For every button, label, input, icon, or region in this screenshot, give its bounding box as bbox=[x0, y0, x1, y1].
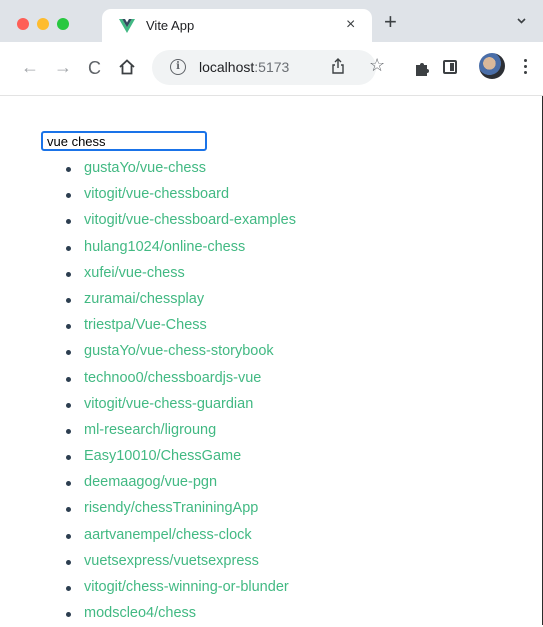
bullet-icon bbox=[66, 297, 71, 303]
result-link[interactable]: Easy10010/ChessGame bbox=[84, 448, 241, 464]
result-link[interactable]: vitogit/chess-winning-or-blunder bbox=[84, 579, 289, 595]
bullet-icon bbox=[66, 533, 71, 539]
bullet-icon bbox=[66, 481, 71, 487]
menu-icon[interactable] bbox=[524, 59, 528, 77]
bullet-icon bbox=[66, 324, 71, 330]
new-tab-button[interactable]: + bbox=[384, 11, 397, 33]
info-icon[interactable]: i bbox=[170, 59, 186, 75]
forward-arrow-icon[interactable]: → bbox=[54, 57, 72, 77]
search-input[interactable] bbox=[41, 131, 207, 151]
vue-favicon-icon bbox=[119, 19, 135, 33]
result-link[interactable]: modscleo4/chess bbox=[84, 605, 196, 621]
result-link[interactable]: deemaagog/vue-pgn bbox=[84, 474, 217, 490]
result-link[interactable]: vitogit/vue-chessboard-examples bbox=[84, 212, 296, 228]
bullet-icon bbox=[66, 402, 71, 408]
bullet-icon bbox=[66, 245, 71, 251]
browser-toolbar: ← → C i localhost:5173 ☆ bbox=[0, 42, 543, 96]
bullet-icon bbox=[66, 455, 71, 461]
window-minimize-button[interactable] bbox=[37, 18, 49, 30]
share-icon[interactable] bbox=[330, 57, 346, 75]
bullet-icon bbox=[66, 507, 71, 513]
address-bar[interactable]: i localhost:5173 ☆ bbox=[152, 50, 385, 85]
bullet-icon bbox=[66, 350, 71, 356]
result-link[interactable]: ml-research/ligroung bbox=[84, 422, 216, 438]
result-link[interactable]: hulang1024/online-chess bbox=[84, 239, 245, 255]
tab-title: Vite App bbox=[146, 18, 195, 33]
window-zoom-button[interactable] bbox=[57, 18, 69, 30]
bullet-icon bbox=[66, 559, 71, 565]
result-link[interactable]: risendy/chessTraniningApp bbox=[84, 500, 258, 516]
window-close-button[interactable] bbox=[17, 18, 29, 30]
bullet-icon bbox=[66, 219, 71, 225]
avatar[interactable] bbox=[479, 53, 505, 79]
star-icon[interactable]: ☆ bbox=[369, 55, 385, 76]
result-link[interactable]: gustaYo/vue-chess bbox=[84, 160, 206, 176]
result-link[interactable]: vitogit/vue-chess-guardian bbox=[84, 396, 253, 412]
url-text[interactable]: localhost:5173 bbox=[199, 59, 289, 75]
result-link[interactable]: aartvanempel/chess-clock bbox=[84, 527, 252, 543]
extensions-icon[interactable] bbox=[413, 59, 431, 77]
bullet-icon bbox=[66, 586, 71, 591]
page-content: gustaYo/vue-chess vitogit/vue-chessboard v… bbox=[0, 96, 543, 625]
reload-icon[interactable]: C bbox=[88, 58, 101, 78]
result-link[interactable]: vitogit/vue-chessboard bbox=[84, 186, 229, 202]
result-link[interactable]: gustaYo/vue-chess-storybook bbox=[84, 343, 274, 359]
tab-strip: Vite App × + bbox=[0, 0, 543, 42]
bullet-icon bbox=[66, 193, 71, 199]
bullet-icon bbox=[66, 167, 71, 172]
side-panel-icon[interactable] bbox=[443, 60, 457, 74]
back-arrow-icon[interactable]: ← bbox=[21, 57, 39, 77]
result-link[interactable]: vuetsexpress/vuetsexpress bbox=[84, 553, 259, 569]
result-link[interactable]: zuramai/chessplay bbox=[84, 291, 204, 307]
bullet-icon bbox=[66, 612, 71, 618]
result-link[interactable]: technoo0/chessboardjs-vue bbox=[84, 370, 261, 386]
bullet-icon bbox=[66, 376, 71, 382]
result-link[interactable]: xufei/vue-chess bbox=[84, 265, 185, 281]
chevron-down-icon[interactable] bbox=[517, 16, 526, 25]
bullet-icon bbox=[66, 428, 71, 434]
bullet-icon bbox=[66, 271, 71, 277]
tab-close-icon[interactable]: × bbox=[346, 16, 355, 34]
result-link[interactable]: triestpa/Vue-Chess bbox=[84, 317, 207, 333]
home-icon[interactable] bbox=[118, 58, 136, 76]
tab-vite-app[interactable]: Vite App × bbox=[102, 9, 372, 42]
